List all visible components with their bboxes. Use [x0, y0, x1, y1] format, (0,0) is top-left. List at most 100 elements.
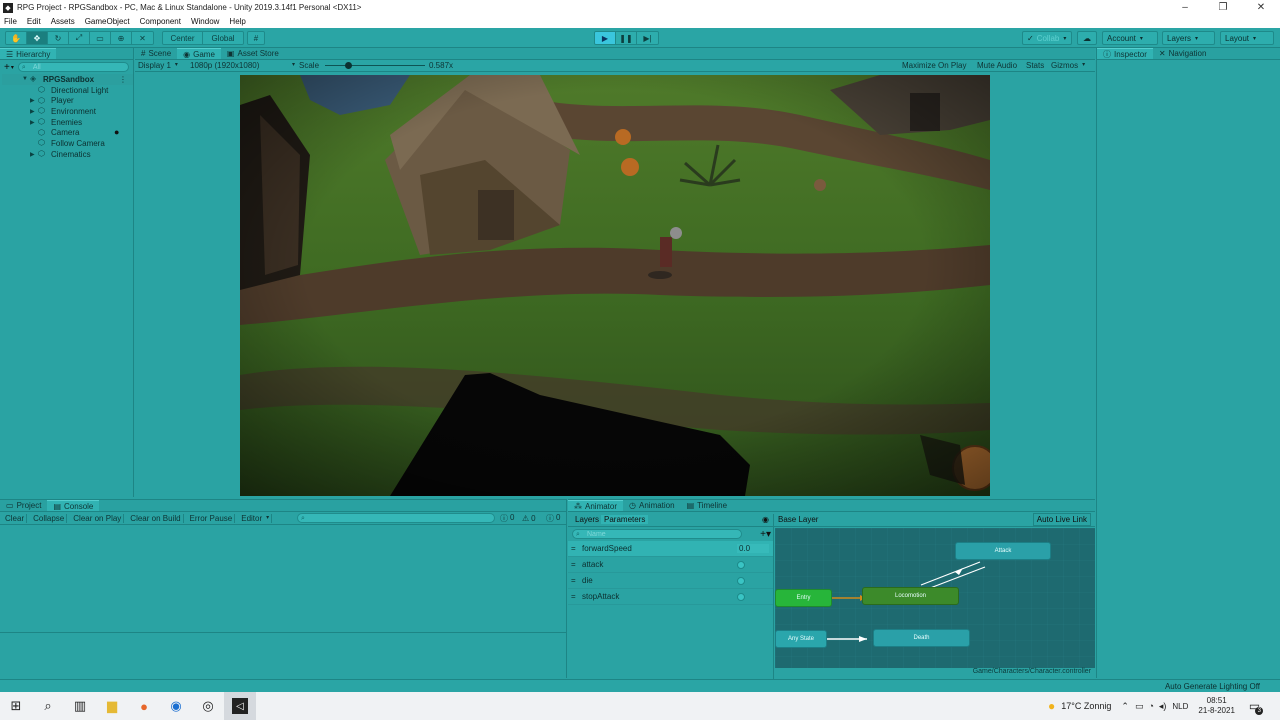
hierarchy-item[interactable]: ▶ ⬡ Cinematics	[2, 149, 133, 160]
wifi-icon[interactable]: ◔	[1148, 701, 1153, 711]
weather-sun-icon[interactable]: ●	[1048, 699, 1055, 713]
display-dropdown[interactable]: Display 1 ▾	[138, 61, 178, 70]
drag-handle-icon[interactable]: =	[571, 560, 576, 569]
clear-on-build-toggle[interactable]: Clear on Build	[128, 513, 184, 523]
scene-root[interactable]: ▼ ◈ RPGSandbox ⋮	[2, 74, 133, 85]
tab-scene[interactable]: # Scene	[135, 48, 177, 59]
tab-game[interactable]: ◉ Game	[177, 48, 221, 59]
expand-arrow-icon[interactable]: ▼	[22, 76, 30, 82]
drag-handle-icon[interactable]: =	[571, 544, 576, 553]
stats-toggle[interactable]: Stats	[1026, 61, 1044, 70]
console-search-input[interactable]: ⌕	[297, 513, 495, 523]
maps-icon[interactable]: ◉	[160, 692, 192, 720]
trigger-radio[interactable]	[737, 577, 745, 585]
state-node-entry[interactable]: Entry	[775, 589, 832, 607]
chevron-down-icon[interactable]: ▾	[11, 64, 14, 71]
hierarchy-search-input[interactable]: ⌕ All	[17, 62, 129, 72]
rotate-tool-icon[interactable]: ↻	[48, 32, 69, 44]
layers-dropdown[interactable]: Layers ▾	[1162, 31, 1215, 45]
tab-project[interactable]: ▭ Project	[0, 500, 47, 511]
parameter-row[interactable]: = forwardSpeed 0.0	[568, 541, 773, 557]
expand-arrow-icon[interactable]: ▶	[30, 108, 38, 115]
breadcrumb-base-layer[interactable]: Base Layer	[778, 515, 818, 524]
step-button[interactable]: ▶|	[637, 32, 658, 44]
error-pause-toggle[interactable]: Error Pause	[188, 513, 236, 523]
layout-dropdown[interactable]: Layout ▾	[1220, 31, 1274, 45]
state-node-any-state[interactable]: Any State	[775, 630, 827, 648]
trigger-radio[interactable]	[737, 561, 745, 569]
transform-tool-icon[interactable]: ⊕	[111, 32, 132, 44]
gizmos-dropdown[interactable]: Gizmos ▾	[1051, 61, 1085, 70]
tab-navigation[interactable]: ✕ Navigation	[1153, 48, 1213, 59]
tab-timeline[interactable]: ▤ Timeline	[681, 500, 734, 511]
account-dropdown[interactable]: Account ▾	[1102, 31, 1158, 45]
custom-tool-icon[interactable]: ✕	[132, 32, 153, 44]
state-node-attack[interactable]: Attack	[955, 542, 1051, 560]
menu-edit[interactable]: Edit	[27, 17, 41, 26]
network-icon[interactable]: ▭	[1135, 701, 1144, 712]
menu-window[interactable]: Window	[191, 17, 219, 26]
notification-icon[interactable]: ▭ 3	[1249, 699, 1264, 715]
clock[interactable]: 08:51 21-8-2021	[1198, 696, 1234, 716]
firefox-icon[interactable]: ●	[128, 692, 160, 720]
add-param-icon[interactable]: +▾	[760, 529, 771, 540]
hierarchy-item[interactable]: ▶ ⬡ Environment	[2, 106, 133, 117]
file-explorer-icon[interactable]: ▆	[96, 692, 128, 720]
trigger-radio[interactable]	[737, 593, 745, 601]
param-search-input[interactable]: ⌕ Name	[572, 529, 742, 539]
scale-slider-thumb[interactable]	[345, 62, 352, 69]
state-node-locomotion[interactable]: Locomotion	[862, 587, 959, 605]
pivot-global-toggle[interactable]: Global	[203, 32, 243, 44]
clear-button[interactable]: Clear	[3, 513, 28, 523]
task-view-icon[interactable]: ▥	[64, 692, 96, 720]
hierarchy-item[interactable]: ▶ ⬡ Player	[2, 95, 133, 106]
tray-chevron-up-icon[interactable]: ⌃	[1121, 701, 1129, 712]
clear-on-play-toggle[interactable]: Clear on Play	[71, 513, 125, 523]
tab-animator[interactable]: ⁂ Animator	[568, 500, 624, 511]
pause-button[interactable]: ❚❚	[616, 32, 637, 44]
tab-hierarchy[interactable]: ☰ Hierarchy	[0, 48, 57, 59]
tab-inspector[interactable]: ⓘ Inspector	[1097, 48, 1153, 59]
menu-file[interactable]: File	[4, 17, 17, 26]
maximize-on-play-toggle[interactable]: Maximize On Play	[902, 61, 966, 70]
play-button[interactable]: ▶	[595, 32, 616, 44]
windows-start-icon[interactable]: ⊞	[0, 692, 32, 720]
menu-component[interactable]: Component	[140, 17, 181, 26]
tab-console[interactable]: ▤ Console	[47, 500, 100, 511]
warning-count[interactable]: ⚠ 0	[522, 514, 536, 523]
close-button[interactable]: ✕	[1242, 0, 1280, 15]
minimize-button[interactable]: –	[1166, 0, 1204, 15]
hierarchy-item[interactable]: ⬡ Directional Light	[2, 85, 133, 96]
tab-animation[interactable]: ◷ Animation	[623, 500, 681, 511]
drag-handle-icon[interactable]: =	[571, 592, 576, 601]
pivot-center-toggle[interactable]: Center	[163, 32, 203, 44]
unity-editor-icon[interactable]: ◁	[224, 692, 256, 720]
parameter-row[interactable]: = attack	[568, 557, 773, 573]
search-icon[interactable]: ⌕	[32, 692, 64, 720]
auto-live-link-toggle[interactable]: Auto Live Link	[1032, 513, 1091, 526]
hand-tool-icon[interactable]: ✋	[6, 32, 27, 44]
volume-icon[interactable]: ◂)	[1159, 701, 1167, 712]
parameter-float-value[interactable]: 0.0	[737, 544, 769, 553]
menu-help[interactable]: Help	[229, 17, 245, 26]
rect-tool-icon[interactable]: ▭	[90, 32, 111, 44]
menu-gameobject[interactable]: GameObject	[85, 17, 130, 26]
drag-handle-icon[interactable]: =	[571, 576, 576, 585]
resolution-dropdown[interactable]: 1080p (1920x1080) ▾	[190, 61, 295, 70]
menu-assets[interactable]: Assets	[51, 17, 75, 26]
tab-asset-store[interactable]: ▣ Asset Store	[221, 48, 285, 59]
editor-dropdown[interactable]: Editor ▾	[239, 513, 273, 523]
grid-snap-icon[interactable]: #	[248, 32, 264, 44]
state-machine-graph[interactable]: Attack Entry Locomotion Any State Death	[775, 528, 1095, 668]
scale-tool-icon[interactable]: ⤢	[69, 32, 90, 44]
expand-arrow-icon[interactable]: ▶	[30, 97, 38, 104]
state-node-death[interactable]: Death	[873, 629, 970, 647]
error-count[interactable]: ⓘ 0	[546, 513, 560, 524]
weather-text[interactable]: 17°C Zonnig	[1061, 701, 1111, 711]
hierarchy-item[interactable]: ▶ ⬡ Enemies	[2, 117, 133, 128]
parameter-row[interactable]: = stopAttack	[568, 589, 773, 605]
console-divider[interactable]	[0, 632, 567, 633]
unity-hub-icon[interactable]: ◎	[192, 692, 224, 720]
collapse-toggle[interactable]: Collapse	[31, 513, 68, 523]
cloud-button[interactable]: ☁	[1077, 31, 1097, 45]
